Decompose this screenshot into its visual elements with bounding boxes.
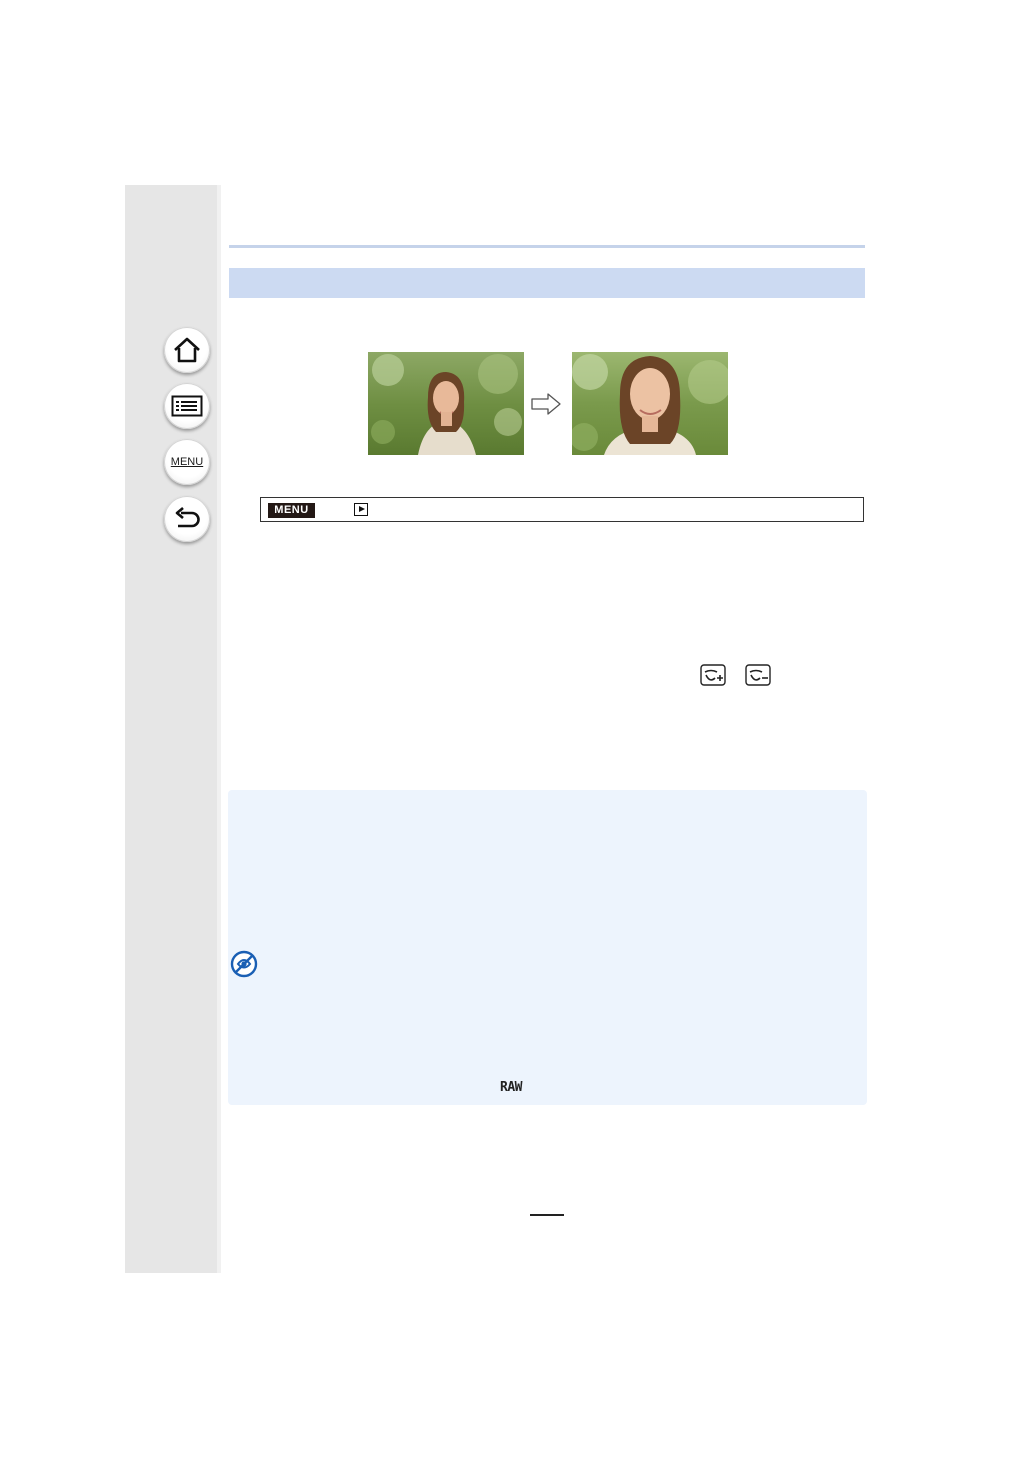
return-arrow-icon [175, 507, 200, 528]
not-available-icon [230, 950, 258, 978]
sidebar-edge [217, 185, 221, 1273]
contents-button[interactable] [164, 383, 210, 429]
playback-icon [354, 503, 368, 516]
woman-portrait-after [572, 352, 728, 455]
back-button[interactable] [164, 496, 210, 542]
right-arrow-icon [531, 393, 561, 415]
notes-box [228, 790, 867, 1105]
list-icon [171, 395, 203, 417]
photo-after [572, 352, 728, 455]
raw-label: RAW [500, 1080, 522, 1095]
face-retouch-plus-icon [700, 664, 726, 686]
menu-path-bar: MENU [260, 497, 864, 522]
menu-badge: MENU [268, 503, 315, 518]
header-rule [229, 245, 865, 248]
section-title-band [229, 268, 865, 298]
menu-button-label: MENU [170, 456, 204, 468]
page-number-underline [530, 1214, 564, 1216]
photo-before [368, 352, 524, 455]
house-icon [174, 337, 200, 363]
woman-portrait-before [368, 352, 524, 455]
face-retouch-minus-icon [745, 664, 771, 686]
home-button[interactable] [164, 327, 210, 373]
menu-button[interactable]: MENU [164, 439, 210, 485]
